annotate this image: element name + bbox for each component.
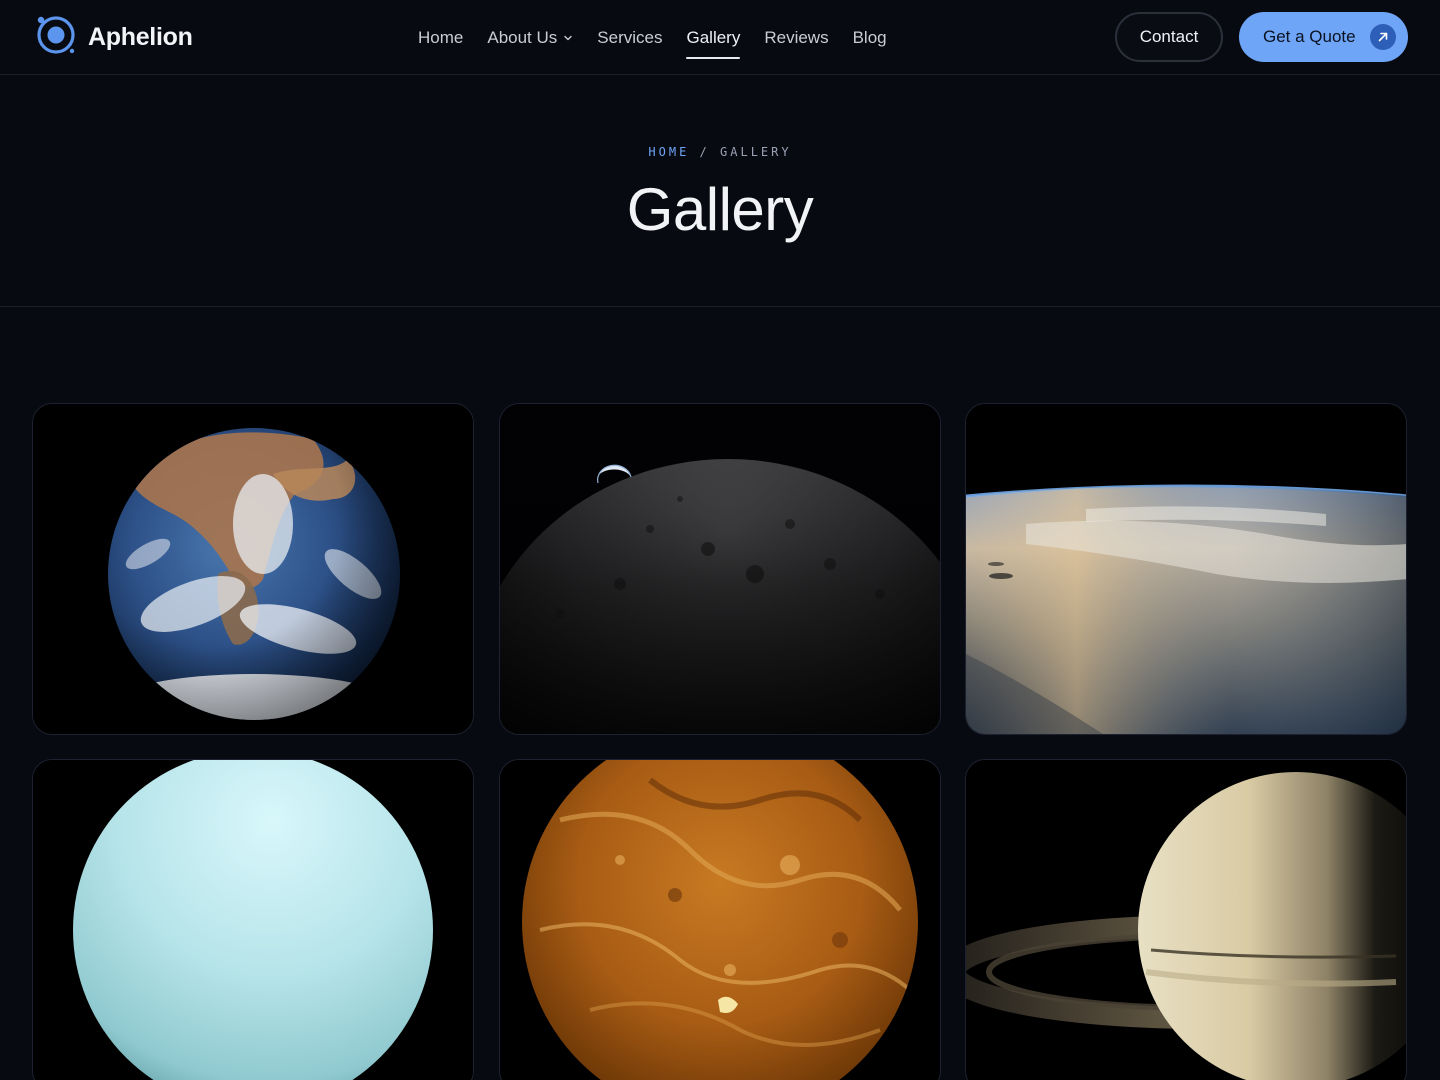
breadcrumb: HOME / GALLERY <box>0 145 1440 159</box>
get-a-quote-button[interactable]: Get a Quote <box>1239 12 1408 62</box>
chevron-down-icon <box>563 33 573 43</box>
nav-item-label: Gallery <box>686 27 741 47</box>
nav-item-reviews[interactable]: Reviews <box>764 0 828 75</box>
brand-name: Aphelion <box>88 22 193 51</box>
nav-item-gallery[interactable]: Gallery <box>686 0 740 75</box>
venus-image <box>500 760 940 1080</box>
uranus-image <box>33 760 473 1080</box>
nav-item-label: Blog <box>852 27 887 47</box>
orbit-logo-icon <box>34 12 78 63</box>
moon-horizon-image <box>500 404 940 734</box>
main-nav: Home About Us Services Gallery Reviews B… <box>418 0 911 75</box>
nav-item-about-us[interactable]: About Us <box>487 0 573 75</box>
quote-button-label: Get a Quote <box>1263 27 1356 46</box>
nav-item-services[interactable]: Services <box>597 0 662 75</box>
contact-button-label: Contact <box>1139 27 1199 46</box>
site-header: Aphelion Home About Us Services Gallery … <box>0 0 1440 75</box>
earth-orbit-view-image <box>966 404 1406 734</box>
earth-image <box>33 404 473 734</box>
nav-item-label: Home <box>418 27 464 47</box>
gallery-image-venus[interactable] <box>499 759 941 1080</box>
gallery-image-earth[interactable] <box>32 403 474 735</box>
gallery-image-earth-orbit-view[interactable] <box>965 403 1407 735</box>
contact-button[interactable]: Contact <box>1115 12 1223 62</box>
gallery-image-uranus[interactable] <box>32 759 474 1080</box>
breadcrumb-home-link[interactable]: HOME <box>648 145 689 159</box>
breadcrumb-current: GALLERY <box>720 145 792 159</box>
page-title: Gallery <box>626 176 814 243</box>
nav-item-label: Reviews <box>764 27 829 47</box>
nav-item-label: About Us <box>487 27 558 47</box>
gallery-image-moon-horizon[interactable] <box>499 403 941 735</box>
saturn-image <box>966 760 1406 1080</box>
breadcrumb-separator: / <box>699 145 710 159</box>
nav-item-blog[interactable]: Blog <box>853 0 887 75</box>
nav-item-home[interactable]: Home <box>418 0 463 75</box>
page-hero: HOME / GALLERY Gallery <box>0 75 1440 307</box>
arrow-up-right-icon <box>1370 24 1396 50</box>
gallery-image-saturn[interactable] <box>965 759 1407 1080</box>
nav-item-label: Services <box>597 27 663 47</box>
logo[interactable]: Aphelion <box>34 14 193 60</box>
